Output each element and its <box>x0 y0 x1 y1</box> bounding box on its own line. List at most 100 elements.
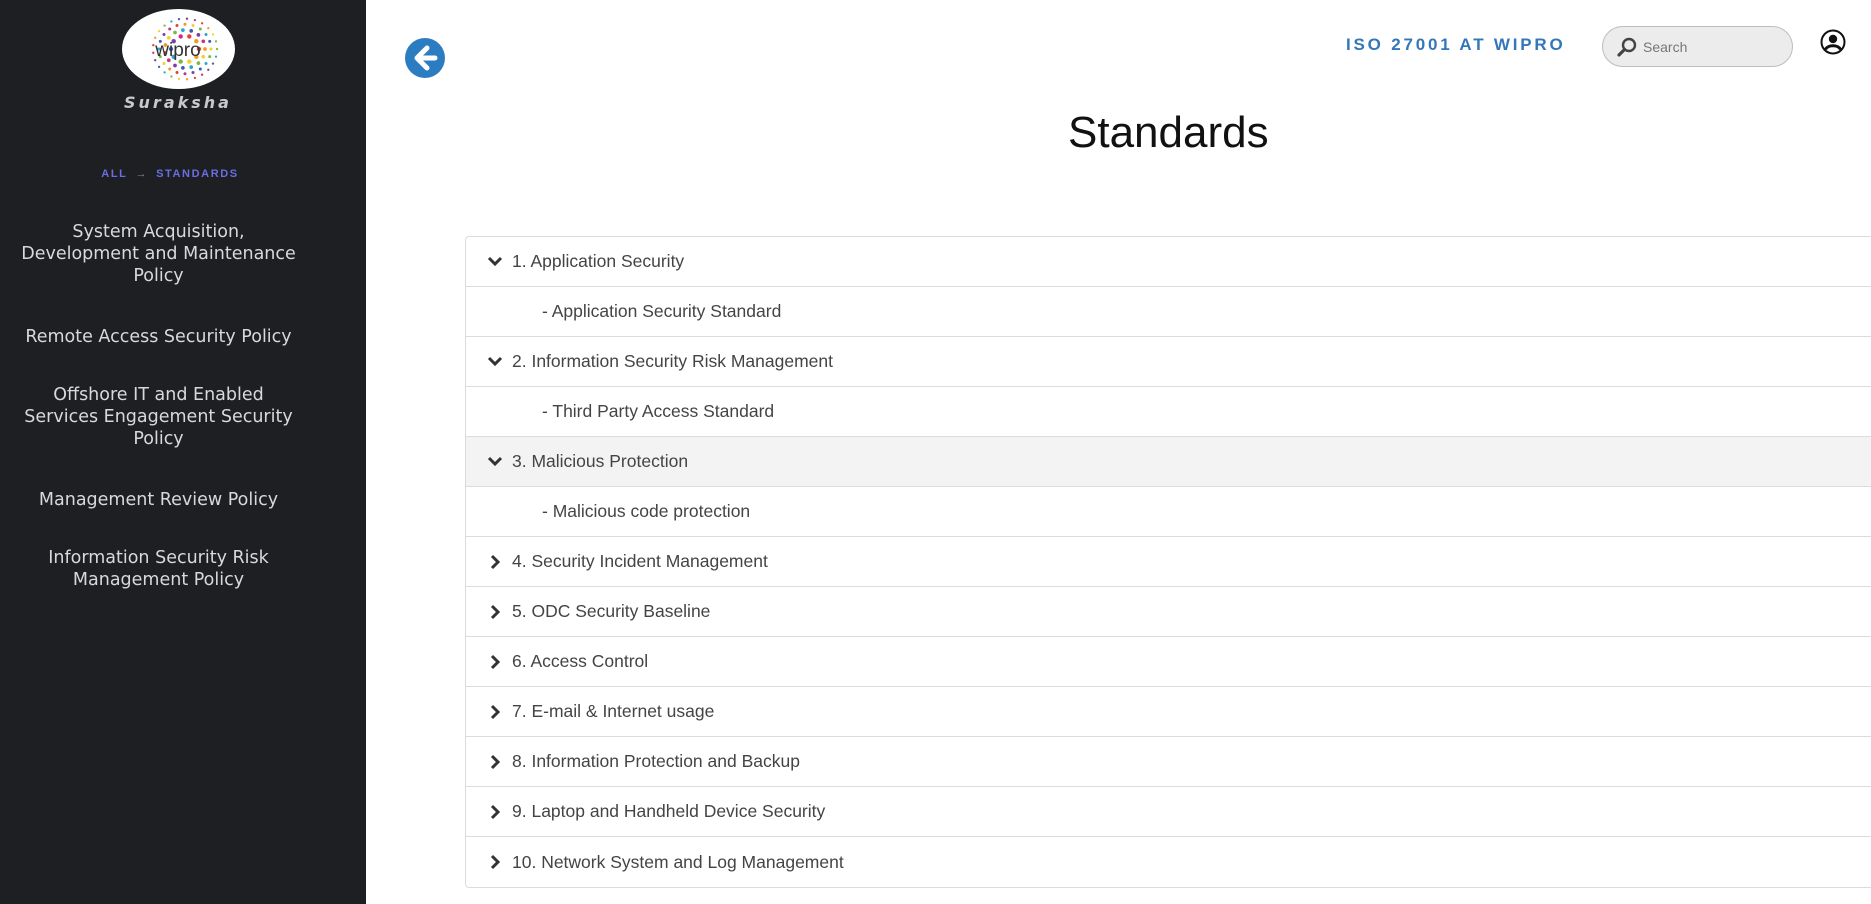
logo-dot <box>152 51 155 54</box>
logo-dot <box>211 62 215 65</box>
chevron-right-icon <box>486 704 504 720</box>
standard-header-1[interactable]: 1. Application Security <box>466 237 1871 287</box>
search-icon <box>1617 37 1637 57</box>
chevron-right-icon <box>486 654 504 670</box>
sidebar-item-management-review[interactable]: Management Review Policy <box>18 489 299 511</box>
standard-header-3[interactable]: 3. Malicious Protection <box>466 437 1871 487</box>
logo-dot <box>178 34 183 39</box>
logo-dot <box>175 24 179 27</box>
logo-dot <box>198 67 202 71</box>
standard-label: 6. Access Control <box>512 651 649 671</box>
logo-dot <box>201 54 206 59</box>
breadcrumb-arrow-icon: → <box>135 168 149 180</box>
logo-dot <box>170 20 173 23</box>
breadcrumb-all-link[interactable]: ALL <box>101 168 127 180</box>
logo-dot <box>183 22 187 26</box>
logo-dot <box>152 44 155 47</box>
standard-child-item[interactable]: - Application Security Standard <box>466 287 1871 337</box>
standard-child-item[interactable]: - Malicious code protection <box>466 487 1871 537</box>
logo-dot <box>162 33 166 36</box>
standard-child-label: - Third Party Access Standard <box>542 401 775 421</box>
logo-dot <box>177 17 181 21</box>
logo-dot <box>191 71 195 74</box>
logo-dot <box>185 78 189 81</box>
logo-dot <box>175 71 179 74</box>
standard-label: 3. Malicious Protection <box>512 451 689 471</box>
sidebar-item-offshore-it[interactable]: Offshore IT and Enabled Services Engagem… <box>18 384 299 450</box>
logo-dot <box>196 61 201 65</box>
logo-dot <box>168 27 172 31</box>
standard-header-9[interactable]: 9. Laptop and Handheld Device Security <box>466 787 1871 837</box>
logo-dot <box>154 36 157 39</box>
logo-dot <box>207 27 210 30</box>
chevron-right-icon <box>486 554 504 570</box>
logo-dot <box>157 29 161 33</box>
logo-dot <box>214 55 218 58</box>
logo-dot <box>215 47 219 51</box>
logo-dot <box>214 40 218 43</box>
logo-dot <box>201 39 206 44</box>
logo-dot <box>173 63 177 68</box>
chevron-down-icon <box>486 256 504 268</box>
wipro-logo[interactable]: wipro <box>122 9 235 89</box>
brand-name: Suraksha <box>124 93 232 112</box>
logo-dot <box>177 77 181 81</box>
standard-label: 1. Application Security <box>512 251 685 271</box>
standard-header-6[interactable]: 6. Access Control <box>466 637 1871 687</box>
sidebar-item-system-acquisition[interactable]: System Acquisition, Development and Main… <box>18 221 299 287</box>
breadcrumb-current[interactable]: STANDARDS <box>156 168 239 180</box>
standard-header-8[interactable]: 8. Information Protection and Backup <box>466 737 1871 787</box>
logo-dot <box>170 75 173 78</box>
logo-dot <box>187 34 192 39</box>
standard-label: 9. Laptop and Handheld Device Security <box>512 801 826 821</box>
standard-header-5[interactable]: 5. ODC Security Baseline <box>466 587 1871 637</box>
sidebar-item-risk-management[interactable]: Information Security Risk Management Pol… <box>18 547 299 591</box>
logo-dot <box>208 55 212 59</box>
standard-child-label: - Malicious code protection <box>542 501 751 521</box>
standard-header-10[interactable]: 10. Network System and Log Management <box>466 837 1871 887</box>
standard-header-2[interactable]: 2. Information Security Risk Management <box>466 337 1871 387</box>
user-circle-icon[interactable] <box>1820 29 1846 55</box>
logo-dot <box>173 30 177 35</box>
logo-dot <box>193 18 197 22</box>
chevron-right-icon <box>486 604 504 620</box>
standard-label: 7. E-mail & Internet usage <box>512 701 715 721</box>
standard-child-label: - Application Security Standard <box>542 301 782 321</box>
logo-dot <box>209 47 213 51</box>
logo-dot <box>200 73 204 76</box>
logo-dot <box>162 62 166 65</box>
standard-label: 2. Information Security Risk Management <box>512 351 833 371</box>
standard-header-4[interactable]: 4. Security Incident Management <box>466 537 1871 587</box>
standard-child-item[interactable]: - Third Party Access Standard <box>466 387 1871 437</box>
logo-dot <box>189 29 194 33</box>
search-box[interactable] <box>1602 26 1793 67</box>
breadcrumb: ALL → STANDARDS <box>0 168 340 180</box>
logo-dot <box>181 28 185 32</box>
standard-label: 10. Network System and Log Management <box>512 851 844 872</box>
chevron-right-icon <box>486 854 504 870</box>
search-input[interactable] <box>1643 36 1783 58</box>
standard-label: 8. Information Protection and Backup <box>512 751 800 771</box>
logo-dot <box>181 66 185 70</box>
standard-label: 4. Security Incident Management <box>512 551 768 571</box>
logo-dot <box>203 47 207 51</box>
logo-dots-icon: wipro <box>152 17 219 81</box>
logo-dot <box>207 68 210 71</box>
logo-dot <box>185 17 189 20</box>
header-title[interactable]: ISO 27001 AT WIPRO <box>1346 35 1566 55</box>
standard-label: 5. ODC Security Baseline <box>512 601 711 621</box>
back-button[interactable] <box>405 38 445 78</box>
sidebar-item-remote-access[interactable]: Remote Access Security Policy <box>18 326 299 348</box>
chevron-right-icon <box>486 804 504 820</box>
arrow-left-circle-icon <box>414 45 438 71</box>
logo-dot <box>196 33 201 37</box>
logo-text: wipro <box>154 40 200 61</box>
chevron-down-icon <box>486 456 504 468</box>
logo-dot <box>204 62 208 65</box>
standards-accordion: 1. Application Security - Application Se… <box>465 236 1871 888</box>
logo-dot <box>163 24 166 27</box>
logo-dot <box>204 33 208 36</box>
logo-dot <box>200 22 204 25</box>
standard-header-7[interactable]: 7. E-mail & Internet usage <box>466 687 1871 737</box>
logo-dot <box>157 65 161 69</box>
